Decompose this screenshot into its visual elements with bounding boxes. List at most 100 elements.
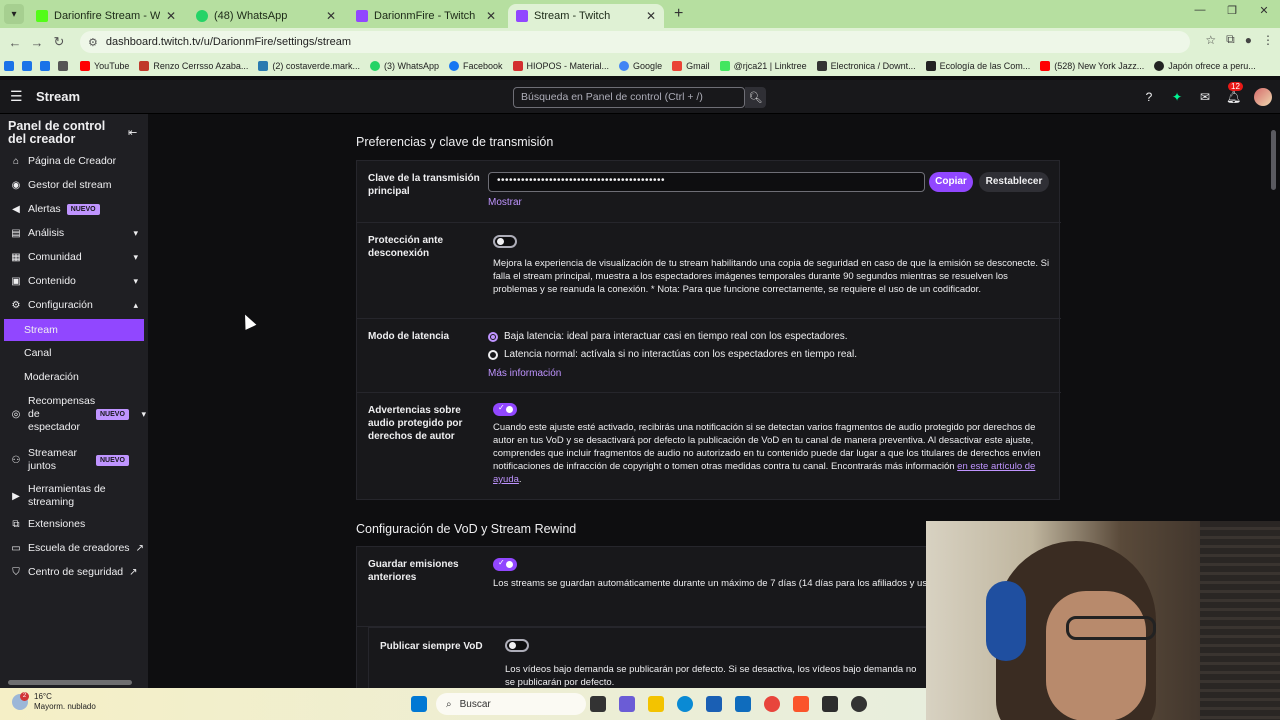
home-icon: ⌂ bbox=[12, 155, 20, 167]
main-scrollbar[interactable] bbox=[1271, 130, 1276, 190]
bookmark-item[interactable]: (2) costaverde.mark... bbox=[258, 61, 360, 71]
bookmark-item[interactable]: Ecología de las Com... bbox=[925, 61, 1030, 71]
sidebar-subitem-channel[interactable]: Canal bbox=[0, 342, 148, 364]
show-key-link[interactable]: Mostrar bbox=[488, 197, 522, 208]
app-icon[interactable] bbox=[851, 696, 867, 712]
chrome-icon[interactable] bbox=[764, 696, 780, 712]
reload-icon[interactable]: ↻ bbox=[48, 34, 70, 50]
extensions-icon[interactable]: ⧉ bbox=[1226, 32, 1235, 47]
browser-tab[interactable]: (48) WhatsApp ✕ bbox=[188, 4, 344, 28]
broadcast-icon: ◉ bbox=[11, 179, 21, 191]
app-w-icon[interactable] bbox=[822, 696, 838, 712]
latency-mode-row: Modo de latencia Baja latencia: ideal pa… bbox=[357, 319, 1061, 393]
sidebar-item-creator-camp[interactable]: ▭ Escuela de creadores ↗ bbox=[0, 537, 148, 559]
file-explorer-icon[interactable] bbox=[648, 696, 664, 712]
sidebar-item-community[interactable]: ▦ Comunidad ▾ bbox=[0, 246, 148, 268]
bookmark-item[interactable]: Renzo Cerrsso Azaba... bbox=[139, 61, 248, 71]
twitch-favicon bbox=[516, 10, 528, 22]
linktree-icon bbox=[719, 61, 730, 71]
copy-button[interactable]: Copiar bbox=[929, 172, 973, 192]
bookmark-item[interactable]: Japón ofrece a peru... bbox=[1154, 61, 1256, 71]
bookmark-item[interactable]: (3) WhatsApp bbox=[369, 61, 439, 71]
close-icon[interactable]: ✕ bbox=[486, 9, 496, 23]
bookmark-item[interactable]: HIOPOS - Material... bbox=[512, 61, 609, 71]
restore-icon[interactable]: ❐ bbox=[1216, 4, 1248, 17]
bookmark-item[interactable]: Gmail bbox=[672, 61, 710, 71]
sidebar-item-extensions[interactable]: ⧉ Extensiones bbox=[0, 513, 148, 535]
sidebar-item-viewer-rewards[interactable]: ◎ Recompensas de espectador NUEVO ▾ bbox=[0, 392, 148, 436]
profile-icon[interactable]: ● bbox=[1245, 33, 1252, 47]
menu-icon[interactable]: ⋮ bbox=[1262, 33, 1274, 47]
mail-icon[interactable]: ✉ bbox=[1198, 90, 1212, 104]
sidebar-item-streaming-tools[interactable]: ▶ Herramientas de streaming bbox=[0, 482, 148, 510]
sidebar-scrollbar[interactable] bbox=[8, 680, 132, 685]
sidebar-item-stream-together[interactable]: ⚇ Streamear juntos NUEVO bbox=[0, 446, 148, 474]
tab-title: Stream - Twitch bbox=[534, 10, 611, 22]
address-bar[interactable]: ⚙ dashboard.twitch.tv/u/DarionmFire/sett… bbox=[80, 31, 1190, 53]
reset-button[interactable]: Restablecer bbox=[979, 172, 1049, 192]
sidebar-item-content[interactable]: ▣ Contenido ▾ bbox=[0, 270, 148, 292]
new-tab-icon[interactable]: + bbox=[674, 5, 683, 23]
whatsapp-icon bbox=[369, 61, 380, 71]
close-icon[interactable]: ✕ bbox=[646, 9, 656, 23]
bookmark-item[interactable]: Facebook bbox=[448, 61, 503, 71]
tab-search-button[interactable]: ▾ bbox=[4, 4, 24, 24]
sidebar-subitem-stream[interactable]: Stream bbox=[4, 319, 144, 341]
sidebar-item-alerts[interactable]: ◀ Alertas NUEVO bbox=[0, 198, 148, 220]
stream-key-input[interactable]: ••••••••••••••••••••••••••••••••••••••••… bbox=[488, 172, 925, 192]
forward-icon[interactable]: → bbox=[26, 35, 48, 50]
app-icon[interactable] bbox=[22, 61, 32, 71]
crown-icon[interactable]: ✦ bbox=[1170, 90, 1184, 104]
latency-mode-label: Modo de latencia bbox=[368, 331, 450, 342]
help-icon[interactable]: ? bbox=[1142, 90, 1156, 104]
outlook-icon[interactable] bbox=[735, 696, 751, 712]
bookmark-item[interactable]: YouTube bbox=[80, 61, 129, 71]
disconnect-protection-toggle[interactable] bbox=[493, 235, 517, 248]
bookmark-item[interactable]: Electronica / Downt... bbox=[816, 61, 916, 71]
copilot-icon[interactable] bbox=[619, 696, 635, 712]
store-broadcasts-toggle[interactable]: ✓ bbox=[493, 558, 517, 571]
weather-widget[interactable]: 2 16°C Mayorm. nublado bbox=[12, 692, 96, 712]
notifications-icon[interactable]: 🔔︎ 12 bbox=[1226, 82, 1243, 104]
sidebar-item-analytics[interactable]: ▤ Análisis ▾ bbox=[0, 222, 148, 244]
sidebar-subitem-moderation[interactable]: Moderación bbox=[0, 366, 148, 388]
search-icon[interactable]: 🔍︎ bbox=[745, 87, 766, 108]
bookmark-item[interactable]: (528) New York Jazz... bbox=[1040, 61, 1144, 71]
normal-latency-radio[interactable] bbox=[488, 350, 498, 360]
avatar[interactable] bbox=[1254, 88, 1272, 106]
close-window-icon[interactable]: ✕ bbox=[1248, 4, 1280, 17]
edge-icon[interactable] bbox=[677, 696, 693, 712]
twitch-top-nav: ☰ Stream Búsqueda en Panel de control (C… bbox=[0, 80, 1280, 114]
store-icon[interactable] bbox=[706, 696, 722, 712]
windows-start-icon[interactable] bbox=[411, 696, 427, 712]
close-icon[interactable]: ✕ bbox=[326, 9, 336, 23]
copyright-audio-toggle[interactable]: ✓ bbox=[493, 403, 517, 416]
back-icon[interactable]: ← bbox=[4, 35, 26, 50]
bookmark-item[interactable]: @rjca21 | Linktree bbox=[719, 61, 807, 71]
taskbar-search[interactable]: ⌕ Buscar bbox=[436, 693, 586, 715]
browser-tab[interactable]: Darionfire Stream - Watch Live ✕ bbox=[28, 4, 184, 28]
app-icon[interactable] bbox=[4, 61, 14, 71]
learn-more-link[interactable]: Más información bbox=[488, 368, 561, 379]
sidebar-item-creator-page[interactable]: ⌂ Página de Creador bbox=[0, 150, 148, 172]
star-icon[interactable]: ☆ bbox=[1205, 33, 1216, 47]
dashboard-search-input[interactable]: Búsqueda en Panel de control (Ctrl + /) bbox=[513, 87, 745, 108]
app-icon[interactable] bbox=[40, 61, 50, 71]
site-info-icon[interactable]: ⚙ bbox=[88, 36, 98, 49]
browser-tab[interactable]: DarionmFire - Twitch ✕ bbox=[348, 4, 504, 28]
minimize-icon[interactable]: — bbox=[1184, 4, 1216, 17]
collapse-sidebar-icon[interactable]: ⇤ bbox=[128, 126, 137, 139]
close-icon[interactable]: ✕ bbox=[166, 9, 176, 23]
browser-tab-active[interactable]: Stream - Twitch ✕ bbox=[508, 4, 664, 28]
brave-icon[interactable] bbox=[793, 696, 809, 712]
hamburger-menu-icon[interactable]: ☰ bbox=[10, 88, 28, 105]
sidebar-item-safety-center[interactable]: ⛉ Centro de seguridad ↗ bbox=[0, 561, 148, 583]
sidebar-item-stream-manager[interactable]: ◉ Gestor del stream bbox=[0, 174, 148, 196]
task-view-icon[interactable] bbox=[590, 696, 606, 712]
always-publish-vod-toggle[interactable] bbox=[505, 639, 529, 652]
low-latency-radio[interactable] bbox=[488, 332, 498, 342]
bookmark-item[interactable]: Google bbox=[619, 61, 662, 71]
apps-grid-icon[interactable] bbox=[58, 61, 68, 71]
sidebar-item-label: Gestor del stream bbox=[28, 179, 112, 191]
sidebar-item-settings[interactable]: ⚙ Configuración ▴ bbox=[0, 294, 148, 316]
